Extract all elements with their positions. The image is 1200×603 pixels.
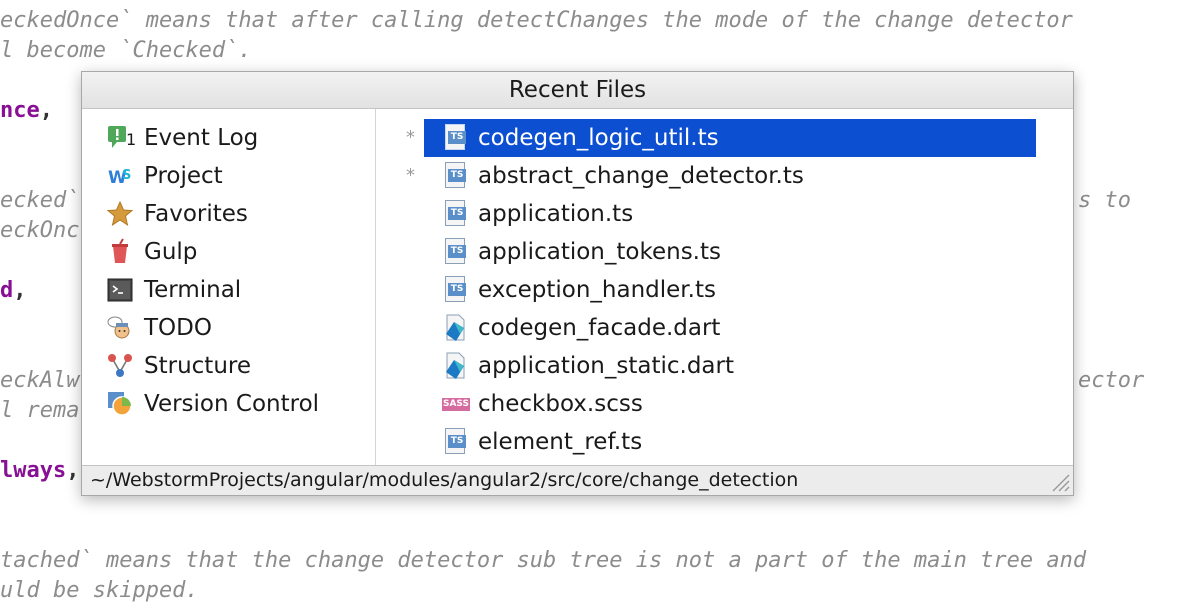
code-line: l become `Checked`. (0, 38, 252, 63)
tool-window-label: TODO (144, 315, 212, 341)
code-line-keyword: d, (0, 278, 27, 303)
todo-icon (106, 314, 134, 342)
file-item[interactable]: TS exception_handler.ts (424, 271, 1036, 309)
tool-window-favorites[interactable]: Favorites (106, 195, 366, 233)
gulp-icon (106, 238, 134, 266)
sass-file-icon: SASS (442, 390, 470, 418)
file-item[interactable]: TS application_tokens.ts (424, 233, 1036, 271)
keyword-text: d (0, 278, 14, 303)
tool-window-label: Project (144, 163, 223, 189)
tool-window-terminal[interactable]: Terminal (106, 271, 366, 309)
event-log-icon: 1 (106, 124, 137, 152)
tool-window-gulp[interactable]: Gulp (106, 233, 366, 271)
version-control-icon (106, 390, 134, 418)
code-line: tached` means that the change detector s… (0, 548, 1087, 573)
file-item[interactable]: SASS checkbox.scss (424, 385, 1036, 423)
ts-file-icon: TS (442, 124, 470, 152)
ts-badge: TS (448, 207, 466, 220)
modified-marker: * (406, 165, 415, 186)
ts-badge: TS (448, 131, 466, 144)
ts-file-icon: TS (442, 238, 470, 266)
file-name: codegen_facade.dart (478, 315, 721, 341)
recent-files-popup[interactable]: Recent Files 1 Event Log W S Project Fav… (81, 71, 1074, 496)
tool-window-label: Event Log (144, 125, 259, 151)
sass-badge: SASS (442, 398, 470, 411)
webstorm-project-icon: W S (106, 162, 134, 190)
file-item[interactable]: TS application.ts (424, 195, 1036, 233)
keyword-text: nce (0, 98, 40, 123)
file-name: application.ts (478, 201, 634, 227)
tool-windows-list[interactable]: 1 Event Log W S Project Favorites Gulp T… (82, 109, 376, 465)
code-line: l rema (0, 398, 80, 423)
recent-files-list[interactable]: * TS codegen_logic_util.ts * TS abstract… (376, 109, 1073, 465)
code-line-keyword: lways, (0, 458, 79, 483)
file-item[interactable]: application_static.dart (424, 347, 1036, 385)
tool-window-version-control[interactable]: Version Control (106, 385, 366, 423)
file-name: codegen_logic_util.ts (478, 125, 719, 151)
keyword-suffix: , (13, 278, 27, 303)
dart-file-icon (442, 314, 470, 342)
terminal-icon (106, 276, 134, 304)
file-name: checkbox.scss (478, 391, 643, 417)
file-item[interactable]: codegen_facade.dart (424, 309, 1036, 347)
ts-badge: TS (448, 435, 466, 448)
code-line-fragment: ector (1078, 368, 1145, 393)
file-item-selected[interactable]: TS codegen_logic_util.ts (424, 119, 1036, 157)
keyword-suffix: , (39, 98, 53, 123)
file-name: exception_handler.ts (478, 277, 716, 303)
dart-file-icon (442, 352, 470, 380)
star-icon (106, 200, 134, 228)
modified-marker: * (406, 127, 415, 148)
code-line: eckedOnce` means that after calling dete… (0, 8, 1073, 33)
code-line: eckAlw (0, 368, 80, 393)
file-item[interactable]: TS abstract_change_detector.ts (424, 157, 1036, 195)
structure-icon (106, 352, 134, 380)
file-name: abstract_change_detector.ts (478, 163, 804, 189)
svg-text:S: S (122, 168, 131, 183)
tool-window-label: Terminal (144, 277, 242, 303)
file-path-status: ~/WebstormProjects/angular/modules/angul… (82, 465, 1073, 495)
tool-window-project[interactable]: W S Project (106, 157, 366, 195)
tool-window-label: Favorites (144, 201, 248, 227)
ts-file-icon: TS (442, 200, 470, 228)
code-line-fragment: s to (1078, 188, 1131, 213)
keyword-suffix: , (66, 458, 80, 483)
file-name: application_tokens.ts (478, 239, 721, 265)
tool-window-todo[interactable]: TODO (106, 309, 366, 347)
resize-grip-icon[interactable] (1047, 469, 1071, 493)
tool-window-event-log[interactable]: 1 Event Log (106, 119, 366, 157)
code-line: eckOnc (0, 218, 80, 243)
file-name: element_ref.ts (478, 429, 643, 455)
ts-badge: TS (448, 283, 466, 296)
tool-window-label: Gulp (144, 239, 198, 265)
code-line: uld be skipped. (0, 578, 199, 603)
ts-file-icon: TS (442, 162, 470, 190)
tool-window-label: Structure (144, 353, 251, 379)
popup-title: Recent Files (82, 72, 1073, 109)
code-line: ecked` (0, 188, 80, 213)
file-item[interactable]: TS element_ref.ts (424, 423, 1036, 461)
tool-window-label: Version Control (144, 391, 320, 417)
ts-file-icon: TS (442, 428, 470, 456)
code-line-keyword: nce, (0, 98, 53, 123)
tool-window-structure[interactable]: Structure (106, 347, 366, 385)
ts-badge: TS (448, 169, 466, 182)
ts-badge: TS (448, 245, 466, 258)
event-log-badge: 1 (126, 130, 137, 149)
ts-file-icon: TS (442, 276, 470, 304)
keyword-text: lways (0, 458, 67, 483)
file-name: application_static.dart (478, 353, 734, 379)
